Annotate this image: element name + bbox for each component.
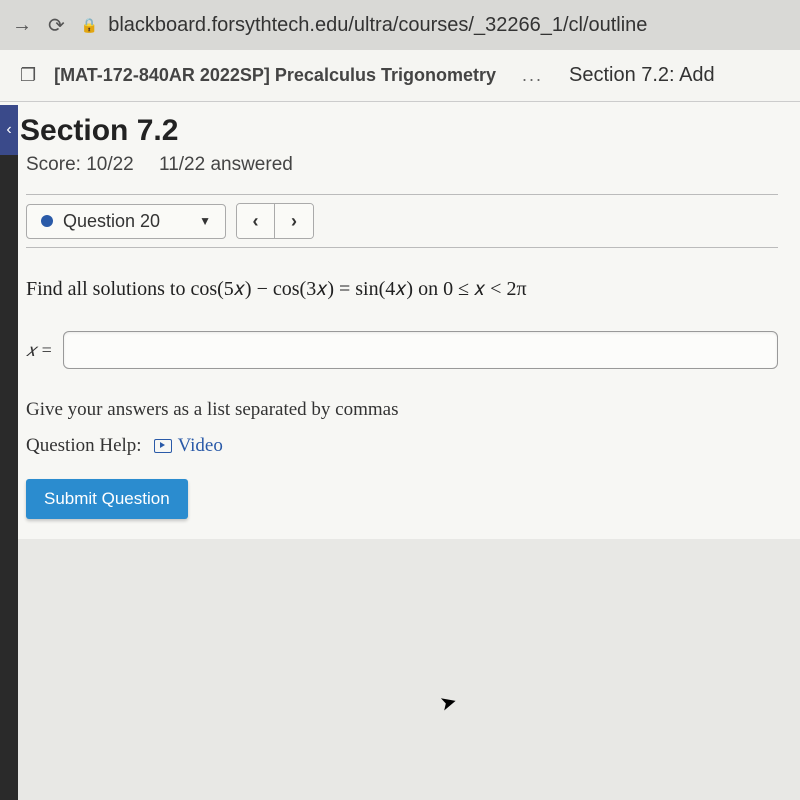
collapse-panel-button[interactable]: ‹ [0, 105, 18, 155]
breadcrumb-section: Section 7.2: Add [569, 64, 715, 87]
forward-icon[interactable]: → [12, 14, 32, 37]
help-label: Question Help: [26, 435, 142, 457]
question-nav-buttons: ‹ › [236, 203, 314, 239]
video-label: Video [178, 435, 223, 457]
answer-input[interactable] [63, 331, 778, 369]
lock-icon: 🔒 [81, 17, 98, 34]
chevron-left-icon: ‹ [6, 121, 11, 139]
main-content: Section 7.2 Score: 10/22 11/22 answered … [0, 102, 800, 539]
problem-statement: Find all solutions to cos(5𝑥) − cos(3𝑥) … [26, 278, 778, 301]
chevron-down-icon: ▼ [199, 214, 211, 228]
address-bar[interactable]: 🔒 blackboard.forsythtech.edu/ultra/cours… [81, 14, 788, 37]
score-label: Score: 10/22 [26, 154, 134, 175]
ellipsis-icon[interactable]: ... [522, 65, 543, 86]
problem-math: cos(5𝑥) − cos(3𝑥) = sin(4𝑥) on 0 ≤ 𝑥 < 2… [190, 278, 526, 300]
status-dot-icon [41, 215, 53, 227]
video-icon [154, 439, 172, 453]
submit-question-button[interactable]: Submit Question [26, 479, 188, 519]
problem-prefix: Find all solutions to [26, 278, 190, 300]
question-dropdown[interactable]: Question 20 ▼ [26, 204, 226, 239]
course-header: ❐ [MAT-172-840AR 2022SP] Precalculus Tri… [0, 50, 800, 102]
left-sidebar-strip [0, 155, 18, 800]
help-row: Question Help: Video [26, 435, 778, 457]
answered-label: 11/22 answered [159, 154, 293, 175]
window-icon[interactable]: ❐ [20, 65, 36, 86]
next-question-button[interactable]: › [275, 204, 313, 238]
browser-toolbar: → ⟳ 🔒 blackboard.forsythtech.edu/ultra/c… [0, 0, 800, 50]
question-nav-bar: Question 20 ▼ ‹ › [26, 194, 778, 248]
score-row: Score: 10/22 11/22 answered [26, 154, 778, 176]
answer-hint: Give your answers as a list separated by… [26, 399, 778, 421]
course-name: [MAT-172-840AR 2022SP] Precalculus Trigo… [54, 65, 496, 86]
prev-question-button[interactable]: ‹ [237, 204, 275, 238]
reload-icon[interactable]: ⟳ [48, 13, 65, 38]
video-help-link[interactable]: Video [154, 435, 223, 457]
cursor-icon: ➤ [437, 688, 460, 716]
answer-row: 𝑥 = [26, 331, 778, 369]
question-dropdown-label: Question 20 [63, 211, 189, 232]
url-text: blackboard.forsythtech.edu/ultra/courses… [108, 14, 647, 37]
page-title: Section 7.2 [20, 114, 778, 148]
input-label: 𝑥 = [26, 340, 53, 361]
